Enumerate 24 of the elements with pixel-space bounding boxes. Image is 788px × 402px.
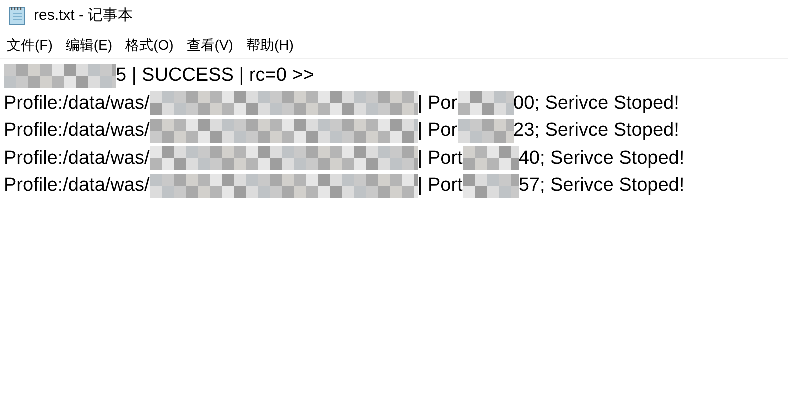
text-line: Profile:/data/was/ (4, 119, 150, 143)
pixelated-redaction (458, 118, 514, 143)
pixelated-redaction (458, 91, 514, 116)
text-line: 5 | SUCCESS | rc=0 >> (116, 64, 314, 88)
text-line: 23; Serivce Stoped! (514, 119, 680, 143)
notepad-icon (9, 6, 27, 26)
menu-item[interactable]: 帮助(H) (241, 34, 299, 56)
pixelated-redaction (462, 146, 519, 170)
text-line: | Por (418, 92, 458, 116)
text-line: 40; Serivce Stoped! (518, 146, 685, 170)
text-line: Profile:/data/was/ (4, 92, 150, 116)
window-title: res.txt - 记事本 (34, 6, 134, 26)
menu-item[interactable]: 查看(V) (182, 34, 238, 56)
text-line: Profile:/data/was/ (4, 174, 150, 198)
menu-item[interactable]: 文件(F) (2, 34, 58, 56)
text-line: 00; Serivce Stoped! (514, 92, 680, 116)
text-line: | Por (418, 119, 458, 143)
text-line: | Port (418, 174, 463, 198)
menu-item[interactable]: 格式(O) (120, 34, 179, 56)
text-line: 57; Serivce Stoped! (518, 174, 685, 198)
menu-item[interactable]: 编辑(E) (60, 34, 118, 56)
text-line: Profile:/data/was/ (4, 146, 150, 170)
pixelated-redaction (462, 174, 519, 198)
text-line: | Port (418, 146, 463, 170)
